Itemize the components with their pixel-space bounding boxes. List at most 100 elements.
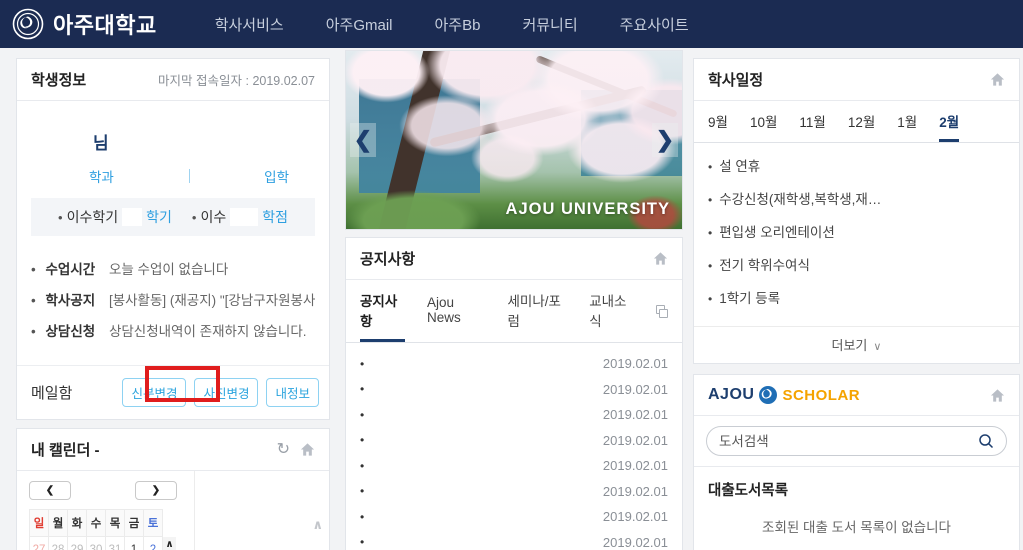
notice-card: 공지사항 공지사항 Ajou News 세미나/포럼 교내소식 2019.02.… [345, 237, 683, 550]
credit-label: 이수 [200, 207, 226, 227]
month-tabbar: 9월 10월 11월 12월 1월 2월 [694, 101, 1019, 143]
nav-item-ajou-gmail[interactable]: 아주Gmail [326, 14, 393, 35]
book-search-input[interactable] [719, 434, 978, 449]
credit-value [230, 208, 258, 226]
schedule-more-button[interactable]: 더보기∨ [694, 326, 1019, 363]
student-profile: 님 학과 입학 • 이수학기 학기 • 이수 학점 [17, 101, 329, 246]
carousel-next-button[interactable]: ❯ [652, 123, 678, 157]
calendar-scrollbar[interactable]: ∧ [163, 537, 176, 550]
calendar-grid: 일 월 화 수 목 금 토 27 28 29 30 31 1 [29, 509, 163, 550]
calendar-day[interactable]: 30 [87, 537, 106, 550]
last-access: 마지막 접속일자 : 2019.02.07 [158, 70, 315, 89]
mailbox-link[interactable]: 메일함 [31, 382, 72, 403]
last-access-date: 2019.02.07 [252, 74, 315, 88]
home-icon[interactable] [990, 72, 1005, 87]
banner-carousel: ❮ ❯ AJOU UNIVERSITY [345, 50, 683, 230]
admission-link[interactable]: 입학 [264, 166, 289, 186]
schedule-item[interactable]: 수강신청(재학생,복학생,재… [708, 188, 1005, 208]
notice-item[interactable]: 2019.02.01 [360, 504, 668, 530]
search-icon[interactable] [978, 433, 994, 449]
notice-list: 2019.02.01 2019.02.01 2019.02.01 2019.02… [346, 343, 682, 550]
ajou-scholar-logo[interactable]: AJOU SCHOLAR [708, 385, 860, 405]
schedule-item[interactable]: 설 연휴 [708, 155, 1005, 175]
counsel-request-label: 상담신청 [46, 324, 96, 339]
tab-month-feb[interactable]: 2월 [939, 101, 959, 142]
schedule-item[interactable]: 전기 학위수여식 [708, 254, 1005, 274]
notice-item[interactable]: 2019.02.01 [360, 351, 668, 377]
last-access-label: 마지막 접속일자 : [158, 74, 249, 88]
notice-item[interactable]: 2019.02.01 [360, 402, 668, 428]
class-time-label: 수업시간 [46, 262, 96, 277]
student-info-card: 학생정보 마지막 접속일자 : 2019.02.07 님 학과 입학 • 이수학… [16, 58, 330, 420]
top-nav: 아주대학교 학사서비스 아주Gmail 아주Bb 커뮤니티 주요사이트 [0, 0, 1023, 48]
tab-campus-news[interactable]: 교내소식 [589, 280, 634, 342]
schedule-header: 학사일정 [694, 59, 1019, 101]
notice-item[interactable]: 2019.02.01 [360, 453, 668, 479]
tab-notice[interactable]: 공지사항 [360, 280, 405, 342]
tab-month-jan[interactable]: 1월 [897, 101, 917, 142]
schedule-item[interactable]: 편입생 오리엔테이션 [708, 221, 1005, 241]
home-icon[interactable] [300, 442, 315, 457]
student-name: 님 [31, 129, 315, 154]
home-icon[interactable] [653, 251, 668, 266]
credit-stat: • 이수 학점 [192, 207, 288, 227]
calendar-day[interactable]: 2 [144, 537, 163, 550]
tab-month-dec[interactable]: 12월 [848, 101, 875, 142]
nav-item-community[interactable]: 커뮤니티 [522, 14, 577, 35]
academic-notice-row[interactable]: • 학사공지 [봉사활동] (재공지) "[강남구자원봉사센터]… [31, 289, 315, 309]
schedule-item[interactable]: 1학기 등록 [708, 287, 1005, 307]
calendar-day[interactable]: 31 [106, 537, 125, 550]
nav-item-main-sites[interactable]: 주요사이트 [620, 14, 689, 35]
university-emblem-icon [12, 8, 44, 40]
tab-month-nov[interactable]: 11월 [799, 101, 825, 142]
ajou-scholar-card: AJOU SCHOLAR 대출도서목록 조회된 대출 도서 목록이 없습니다 [693, 374, 1020, 550]
logo-text: 아주대학교 [53, 8, 157, 40]
change-status-button[interactable]: 신분변경 [122, 378, 186, 407]
academic-schedule-card: 학사일정 9월 10월 11월 12월 1월 2월 설 연휴 수강신청(재학생,… [693, 58, 1020, 364]
notice-item[interactable]: 2019.02.01 [360, 428, 668, 454]
calendar-body: ❮ ❯ 일 월 화 수 목 금 토 27 28 [17, 471, 329, 550]
tab-seminar-forum[interactable]: 세미나/포럼 [508, 280, 568, 342]
notice-item[interactable]: 2019.02.01 [360, 377, 668, 403]
left-column: 학생정보 마지막 접속일자 : 2019.02.07 님 학과 입학 • 이수학… [16, 58, 330, 550]
semester-unit-link[interactable]: 학기 [146, 207, 172, 227]
carousel-prev-button[interactable]: ❮ [350, 123, 376, 157]
calendar-day[interactable]: 1 [125, 537, 144, 550]
scroll-up-icon[interactable]: ∧ [163, 537, 176, 550]
calendar-next-button[interactable]: ❯ [135, 481, 177, 500]
calendar-week-row: 27 28 29 30 31 1 2 [30, 537, 163, 550]
loan-empty-message: 조회된 대출 도서 목록이 없습니다 [708, 500, 1005, 550]
department-link[interactable]: 학과 [89, 166, 114, 186]
change-photo-button[interactable]: 사진변경 [194, 378, 258, 407]
class-time-row: • 수업시간 오늘 수업이 없습니다 [31, 258, 315, 278]
university-logo[interactable]: 아주대학교 [12, 8, 157, 40]
banner-caption: AJOU UNIVERSITY [506, 200, 670, 219]
chevron-down-icon: ∨ [873, 341, 881, 353]
schedule-list: 설 연휴 수강신청(재학생,복학생,재… 편입생 오리엔테이션 전기 학위수여식… [694, 143, 1019, 326]
counsel-request-row: • 상담신청 상담신청내역이 존재하지 않습니다. [31, 320, 315, 340]
scholar-swirl-icon [758, 385, 778, 405]
book-search-bar [694, 416, 1019, 467]
refresh-icon[interactable]: ↻ [277, 442, 290, 458]
tab-ajou-news[interactable]: Ajou News [427, 285, 485, 337]
notice-item[interactable]: 2019.02.01 [360, 530, 668, 550]
nav-item-academic-services[interactable]: 학사서비스 [215, 14, 284, 35]
notice-header: 공지사항 [346, 238, 682, 280]
home-icon[interactable] [990, 388, 1005, 403]
nav-item-ajou-bb[interactable]: 아주Bb [435, 14, 481, 35]
student-links: 학과 입학 [89, 166, 289, 186]
calendar-day[interactable]: 29 [68, 537, 87, 550]
schedule-title: 학사일정 [708, 69, 763, 90]
open-window-icon[interactable] [656, 305, 668, 318]
middle-column: ❮ ❯ AJOU UNIVERSITY 공지사항 공지사항 Ajou News … [345, 50, 683, 550]
notice-item[interactable]: 2019.02.01 [360, 479, 668, 505]
calendar-prev-button[interactable]: ❮ [29, 481, 71, 500]
calendar-day[interactable]: 28 [49, 537, 68, 550]
my-info-button[interactable]: 내정보 [266, 378, 319, 407]
credit-unit-link[interactable]: 학점 [262, 207, 288, 227]
calendar-day[interactable]: 27 [30, 537, 49, 550]
tab-month-sep[interactable]: 9월 [708, 101, 728, 142]
tab-month-oct[interactable]: 10월 [750, 101, 777, 142]
student-info-title: 학생정보 [31, 69, 86, 90]
scroll-up-icon[interactable]: ∧ [312, 517, 323, 533]
